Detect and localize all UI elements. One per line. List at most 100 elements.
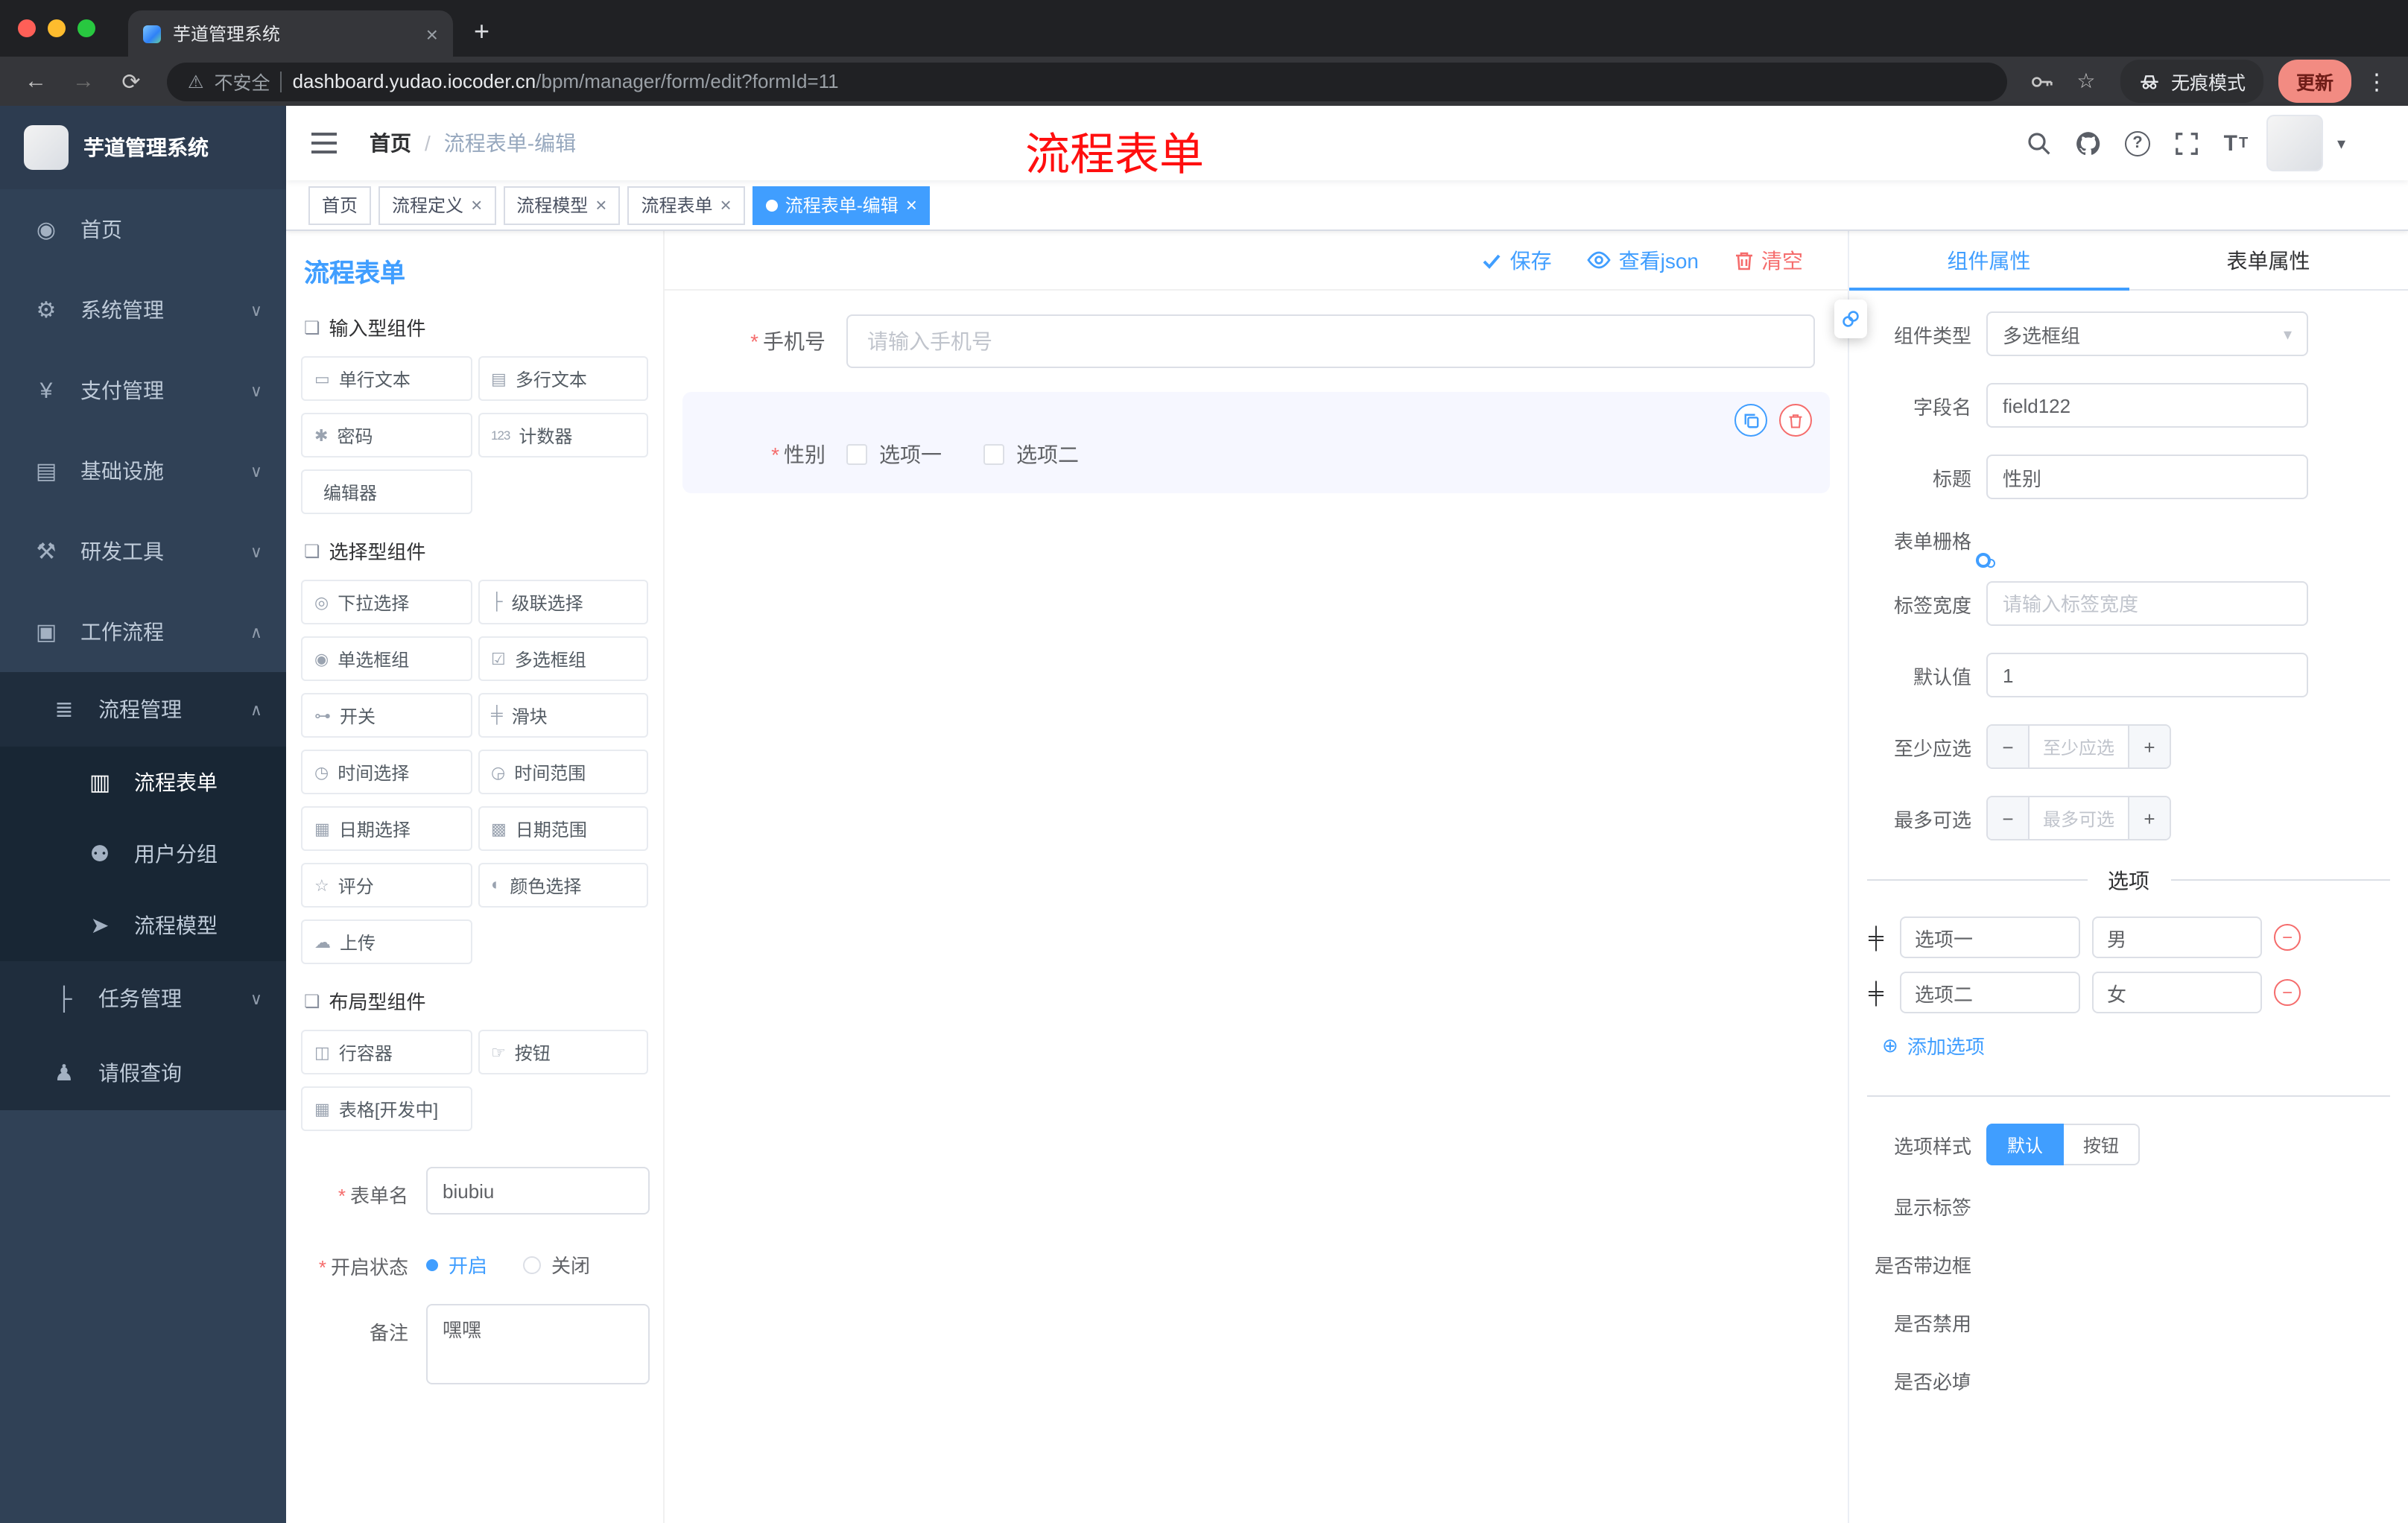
tag-process-form[interactable]: 流程表单 × <box>627 186 745 224</box>
hamburger-menu-icon[interactable] <box>310 125 346 161</box>
avatar-caret-icon[interactable]: ▾ <box>2337 133 2345 153</box>
tag-close-icon[interactable]: × <box>471 195 482 215</box>
view-json-button[interactable]: 查看json <box>1587 245 1699 275</box>
tag-process-definition[interactable]: 流程定义 × <box>378 186 496 224</box>
title-input[interactable] <box>1986 455 2308 499</box>
form-field-gender[interactable]: * 性别 选项一 选项二 <box>682 392 1830 493</box>
sidebar-item-system-management[interactable]: ⚙ 系统管理 ∨ <box>0 270 286 350</box>
clear-button[interactable]: 清空 <box>1734 245 1803 275</box>
tag-home[interactable]: 首页 <box>308 186 372 224</box>
font-size-icon[interactable]: TT <box>2218 125 2254 161</box>
tag-close-icon[interactable]: × <box>595 195 606 215</box>
sidebar-item-infrastructure[interactable]: ▤ 基础设施 ∨ <box>0 431 286 511</box>
tag-process-model[interactable]: 流程模型 × <box>503 186 621 224</box>
window-zoom-button[interactable] <box>77 19 95 37</box>
palette-item-time-picker[interactable]: ◷ 时间选择 <box>301 750 472 794</box>
remove-option-button[interactable]: − <box>2274 979 2301 1006</box>
option-1-label-input[interactable] <box>1900 916 2080 958</box>
sidebar-item-process-form[interactable]: ▥ 流程表单 <box>0 747 286 818</box>
palette-item-row-container[interactable]: ◫ 行容器 <box>301 1030 472 1074</box>
increase-button[interactable]: + <box>2128 726 2170 767</box>
min-select-field[interactable]: 至少应选 <box>2030 726 2128 767</box>
form-remark-textarea[interactable]: 嘿嘿 <box>426 1304 650 1384</box>
sidebar-item-dev-tools[interactable]: ⚒ 研发工具 ∨ <box>0 511 286 592</box>
password-key-icon[interactable] <box>2022 69 2061 93</box>
option-2-value-input[interactable] <box>2092 972 2262 1013</box>
palette-item-button[interactable]: ☞ 按钮 <box>478 1030 648 1074</box>
palette-item-multi-text[interactable]: ▤ 多行文本 <box>478 356 648 401</box>
max-select-field[interactable]: 最多可选 <box>2030 797 2128 839</box>
update-button[interactable]: 更新 <box>2278 60 2351 103</box>
palette-item-date-picker[interactable]: ▦ 日期选择 <box>301 806 472 851</box>
drag-handle-icon[interactable]: ╪ <box>1864 981 1888 1004</box>
tab-close-icon[interactable]: × <box>426 23 438 44</box>
option-1-value-input[interactable] <box>2092 916 2262 958</box>
github-icon[interactable] <box>2070 125 2106 161</box>
copy-field-button[interactable] <box>1734 404 1767 437</box>
decrease-button[interactable]: − <box>1988 797 2030 839</box>
palette-item-checkbox-group[interactable]: ☑ 多选框组 <box>478 636 648 681</box>
gender-option-2[interactable]: 选项二 <box>983 440 1079 469</box>
search-icon[interactable] <box>2021 125 2057 161</box>
phone-input[interactable] <box>846 314 1815 368</box>
palette-item-date-range[interactable]: ▩ 日期范围 <box>478 806 648 851</box>
window-minimize-button[interactable] <box>48 19 66 37</box>
help-icon[interactable]: ? <box>2120 125 2155 161</box>
component-type-select[interactable]: 多选框组 ▾ <box>1986 311 2308 356</box>
bookmark-star-icon[interactable]: ☆ <box>2067 69 2106 94</box>
back-button[interactable]: ← <box>15 69 57 94</box>
form-name-input[interactable] <box>426 1167 650 1215</box>
tag-process-form-edit[interactable]: 流程表单-编辑 × <box>752 186 931 224</box>
breadcrumb-home[interactable]: 首页 <box>370 128 411 158</box>
slider-handle[interactable] <box>1976 552 1991 567</box>
browser-menu-icon[interactable]: ⋮ <box>2360 68 2393 95</box>
new-tab-button[interactable]: + <box>453 16 510 57</box>
palette-item-switch[interactable]: ⊶ 开关 <box>301 693 472 738</box>
style-default-button[interactable]: 默认 <box>1986 1124 2065 1165</box>
gender-option-1[interactable]: 选项一 <box>846 440 942 469</box>
decrease-button[interactable]: − <box>1988 726 2030 767</box>
palette-item-editor[interactable]: 编辑器 <box>301 469 472 514</box>
default-value-input[interactable] <box>1986 653 2308 697</box>
palette-item-color-picker[interactable]: ◐ 颜色选择 <box>478 863 648 908</box>
fullscreen-icon[interactable] <box>2169 125 2205 161</box>
palette-item-single-text[interactable]: ▭ 单行文本 <box>301 356 472 401</box>
sidebar-item-workflow[interactable]: ▣ 工作流程 ∧ <box>0 592 286 672</box>
form-field-phone[interactable]: * 手机号 <box>682 314 1830 368</box>
sidebar-item-task-management[interactable]: ├ 任务管理 ∨ <box>0 961 286 1036</box>
sidebar-item-process-model[interactable]: ➤ 流程模型 <box>0 890 286 961</box>
link-button[interactable] <box>1834 300 1867 338</box>
sidebar-item-payment-management[interactable]: ¥ 支付管理 ∨ <box>0 350 286 431</box>
sidebar-item-process-management[interactable]: ≣ 流程管理 ∧ <box>0 672 286 747</box>
palette-item-table[interactable]: ▦ 表格[开发中] <box>301 1086 472 1131</box>
option-2-label-input[interactable] <box>1900 972 2080 1013</box>
browser-tab[interactable]: 芋道管理系统 × <box>128 10 453 57</box>
drag-handle-icon[interactable]: ╪ <box>1864 925 1888 949</box>
tag-close-icon[interactable]: × <box>906 195 917 215</box>
avatar[interactable] <box>2266 115 2324 171</box>
palette-item-counter[interactable]: 123 计数器 <box>478 413 648 457</box>
palette-item-time-range[interactable]: ◶ 时间范围 <box>478 750 648 794</box>
sidebar-item-user-group[interactable]: ⚉ 用户分组 <box>0 818 286 890</box>
increase-button[interactable]: + <box>2128 797 2170 839</box>
sidebar-item-leave-query[interactable]: ♟ 请假查询 <box>0 1036 286 1110</box>
style-button-button[interactable]: 按钮 <box>2064 1124 2141 1165</box>
remove-option-button[interactable]: − <box>2274 924 2301 951</box>
forward-button[interactable]: → <box>63 69 104 94</box>
palette-item-radio-group[interactable]: ◉ 单选框组 <box>301 636 472 681</box>
add-option-button[interactable]: ⊕ 添加选项 <box>1882 1031 2408 1060</box>
delete-field-button[interactable] <box>1779 404 1812 437</box>
label-width-input[interactable] <box>1986 581 2308 626</box>
window-close-button[interactable] <box>18 19 36 37</box>
palette-item-upload[interactable]: ☁ 上传 <box>301 919 472 964</box>
status-on-radio[interactable]: 开启 <box>426 1250 487 1279</box>
url-box[interactable]: ⚠ 不安全 dashboard.yudao.iocoder.cn/bpm/man… <box>167 62 2007 101</box>
tab-form-props[interactable]: 表单属性 <box>2129 231 2408 289</box>
palette-item-cascader[interactable]: ├ 级联选择 <box>478 580 648 624</box>
palette-item-dropdown[interactable]: ◎ 下拉选择 <box>301 580 472 624</box>
palette-item-rate[interactable]: ☆ 评分 <box>301 863 472 908</box>
status-off-radio[interactable]: 关闭 <box>523 1250 590 1279</box>
tab-component-props[interactable]: 组件属性 <box>1849 231 2129 291</box>
palette-item-password[interactable]: ✱ 密码 <box>301 413 472 457</box>
sidebar-item-home[interactable]: ◉ 首页 <box>0 189 286 270</box>
